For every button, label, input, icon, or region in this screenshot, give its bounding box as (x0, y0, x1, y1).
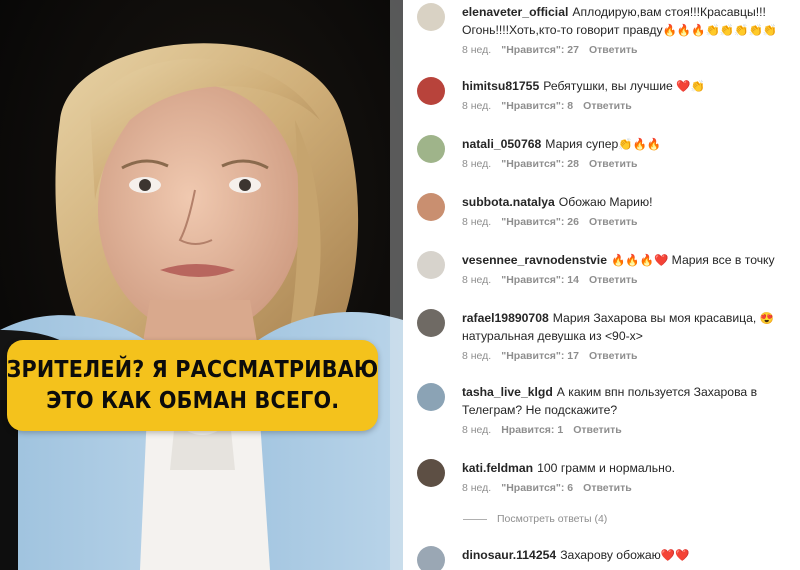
comment-meta: 8 нед. "Нравится": 28 Ответить (462, 158, 797, 170)
comment-time: 8 нед. (462, 350, 492, 362)
comment-emoji: ❤️👏 (676, 81, 705, 93)
avatar[interactable] (417, 251, 445, 279)
likes-count[interactable]: "Нравится": 28 (501, 158, 579, 170)
comment-username[interactable]: rafael19890708 (462, 311, 549, 325)
comment-username[interactable]: natali_050768 (462, 137, 541, 151)
caption-line-2: ЭТО КАК ОБМАН ВСЕГО. (45, 387, 340, 414)
avatar[interactable] (417, 309, 445, 337)
comment-meta: 8 нед. "Нравится": 27 Ответить (462, 44, 797, 56)
comment-time: 8 нед. (462, 44, 492, 56)
reply-button[interactable]: Ответить (573, 424, 622, 436)
avatar[interactable] (417, 3, 445, 31)
comment-username[interactable]: tasha_live_klgd (462, 385, 553, 399)
comment-meta: 8 нед. "Нравится": 26 Ответить (462, 216, 797, 228)
comment-meta: 8 нед. "Нравится": 14 Ответить (462, 274, 797, 286)
comment-emoji: 😍 (759, 313, 774, 325)
comment-meta: 8 нед. Нравится: 1 Ответить (462, 424, 797, 436)
divider-line (463, 518, 487, 520)
comment-meta: 8 нед. "Нравится": 8 Ответить (462, 100, 797, 112)
avatar[interactable] (417, 459, 445, 487)
reply-button[interactable]: Ответить (583, 100, 632, 112)
reply-button[interactable]: Ответить (589, 350, 638, 362)
comment-meta: 8 нед. "Нравится": 17 Ответить (462, 350, 797, 362)
comment-text: Ребятушки, вы лучшие (543, 79, 673, 93)
reply-button[interactable]: Ответить (589, 216, 638, 228)
comment-username[interactable]: elenaveter_official (462, 5, 568, 19)
comment-username[interactable]: dinosaur.114254 (462, 548, 556, 562)
reply-button[interactable]: Ответить (589, 158, 638, 170)
comment-username[interactable]: subbota.natalya (462, 195, 555, 209)
likes-count[interactable]: "Нравится": 6 (501, 482, 573, 494)
video-frame[interactable]: ЗРИТЕЛЕЙ? Я РАССМАТРИВАЮ ЭТО КАК ОБМАН В… (0, 0, 403, 570)
video-caption: ЗРИТЕЛЕЙ? Я РАССМАТРИВАЮ ЭТО КАК ОБМАН В… (7, 340, 378, 431)
comment-emoji: 👏🔥🔥 (618, 139, 662, 151)
comments-panel: elenaveter_official Аплодирую,вам стоя!!!… (403, 0, 800, 570)
caption-line-1: ЗРИТЕЛЕЙ? Я РАССМАТРИВАЮ (6, 356, 379, 383)
comment-username[interactable]: himitsu81755 (462, 79, 539, 93)
comment-username[interactable]: vesennee_ravnodenstvie (462, 253, 607, 267)
view-replies-button[interactable]: Посмотреть ответы (4) (463, 513, 607, 525)
reply-button[interactable]: Ответить (583, 482, 632, 494)
view-replies-label[interactable]: Посмотреть ответы (4) (497, 513, 607, 525)
comment-emoji: 🔥🔥🔥❤️ (610, 255, 669, 267)
likes-count[interactable]: "Нравится": 14 (501, 274, 579, 286)
comment-text: 100 грамм и нормально. (537, 461, 675, 475)
avatar[interactable] (417, 383, 445, 411)
comment-text: Мария Захарова вы моя красавица, (552, 311, 757, 325)
comment-time: 8 нед. (462, 100, 492, 112)
reply-button[interactable]: Ответить (589, 274, 638, 286)
comment-emoji: 🔥🔥🔥👏👏👏👏👏 (662, 25, 778, 37)
likes-count[interactable]: "Нравится": 26 (501, 216, 579, 228)
likes-count[interactable]: "Нравится": 27 (501, 44, 579, 56)
comment-emoji: ❤️❤️ (660, 550, 690, 562)
likes-count[interactable]: Нравится: 1 (501, 424, 563, 436)
comment-username[interactable]: kati.feldman (462, 461, 533, 475)
avatar[interactable] (417, 135, 445, 163)
comment-time: 8 нед. (462, 158, 492, 170)
comment-time: 8 нед. (462, 482, 492, 494)
comment-time: 8 нед. (462, 274, 492, 286)
comment-text: Захарову обожаю (560, 548, 661, 562)
speaker-image (0, 0, 403, 570)
comment-time: 8 нед. (462, 424, 492, 436)
reply-button[interactable]: Ответить (589, 44, 638, 56)
comment-text: Мария супер (545, 137, 619, 151)
comment-text: Мария все в точку (671, 253, 775, 267)
likes-count[interactable]: "Нравится": 8 (501, 100, 573, 112)
avatar[interactable] (417, 193, 445, 221)
comment-text-line-2: натуральная девушка из <90-х> (462, 329, 643, 343)
comment-time: 8 нед. (462, 216, 492, 228)
avatar[interactable] (417, 77, 445, 105)
comment-text: Обожаю Марию! (558, 195, 653, 209)
avatar[interactable] (417, 546, 445, 570)
comment-meta: 8 нед. "Нравится": 6 Ответить (462, 482, 797, 494)
likes-count[interactable]: "Нравится": 17 (501, 350, 579, 362)
